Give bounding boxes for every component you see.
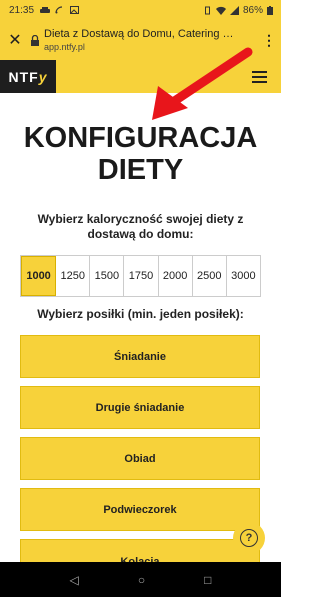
- calorie-option-3000[interactable]: 3000: [227, 256, 260, 296]
- more-options-icon[interactable]: ⋮: [257, 32, 281, 49]
- battery-percent: 86%: [242, 4, 263, 16]
- page-title-line1: KONFIGURACJA: [23, 122, 258, 154]
- battery-icon: [267, 5, 273, 15]
- calorie-option-1500[interactable]: 1500: [90, 256, 125, 296]
- browser-title-block[interactable]: Dieta z Dostawą do Domu, Catering Di... …: [44, 28, 257, 52]
- page-title-line2: DIETY: [97, 154, 184, 186]
- page-url: app.ntfy.pl: [44, 42, 85, 52]
- calorie-label-line2: dostawą do domu:: [87, 227, 194, 241]
- signal-icon: [229, 5, 239, 15]
- calorie-option-1000[interactable]: 1000: [21, 256, 57, 296]
- android-nav-bar: ◁ ○ □: [0, 562, 281, 597]
- cast-icon: [55, 6, 63, 14]
- meal-button-breakfast[interactable]: Śniadanie: [20, 335, 260, 378]
- calorie-selector: 1000 1250 1500 1750 2000 2500 3000: [20, 255, 261, 297]
- home-icon[interactable]: ○: [138, 573, 145, 587]
- calorie-option-1750[interactable]: 1750: [124, 256, 159, 296]
- page-tab-title: Dieta z Dostawą do Domu, Catering Di...: [44, 28, 240, 40]
- meals-label: Wybierz posiłki (min. jeden posiłek):: [37, 307, 244, 321]
- close-icon[interactable]: ✕: [2, 30, 28, 50]
- car-icon: [40, 7, 51, 13]
- calorie-label-line1: Wybierz kaloryczność swojej diety z: [37, 212, 244, 226]
- recent-apps-icon[interactable]: □: [204, 573, 211, 587]
- calorie-option-1250[interactable]: 1250: [56, 256, 91, 296]
- meal-button-afternoon-snack[interactable]: Podwieczorek: [20, 488, 260, 531]
- calorie-label: Wybierz kaloryczność swojej diety z dost…: [20, 212, 261, 242]
- wifi-icon: [215, 6, 226, 15]
- status-left-icons: [40, 6, 80, 14]
- lock-icon: [31, 34, 39, 46]
- site-logo[interactable]: NTF y: [0, 60, 56, 93]
- help-icon: ?: [240, 529, 258, 547]
- image-icon: [70, 6, 80, 14]
- status-right: 86%: [203, 5, 273, 16]
- status-bar: 21:35 86%: [0, 0, 281, 20]
- hamburger-menu-icon[interactable]: [252, 68, 267, 86]
- back-icon[interactable]: ◁: [70, 573, 79, 587]
- calorie-option-2500[interactable]: 2500: [193, 256, 227, 296]
- help-button[interactable]: ?: [233, 522, 265, 554]
- site-header: NTF y: [0, 60, 281, 93]
- browser-toolbar: ✕ Dieta z Dostawą do Domu, Catering Di..…: [0, 20, 281, 60]
- vibrate-icon: [204, 6, 210, 14]
- page-title: KONFIGURACJA DIETY: [0, 122, 281, 186]
- logo-text: NTF: [8, 68, 39, 85]
- calorie-option-2000[interactable]: 2000: [159, 256, 193, 296]
- status-time: 21:35: [9, 4, 35, 16]
- logo-accent: y: [38, 68, 48, 85]
- meal-button-second-breakfast[interactable]: Drugie śniadanie: [20, 386, 260, 429]
- meal-button-lunch[interactable]: Obiad: [20, 437, 260, 480]
